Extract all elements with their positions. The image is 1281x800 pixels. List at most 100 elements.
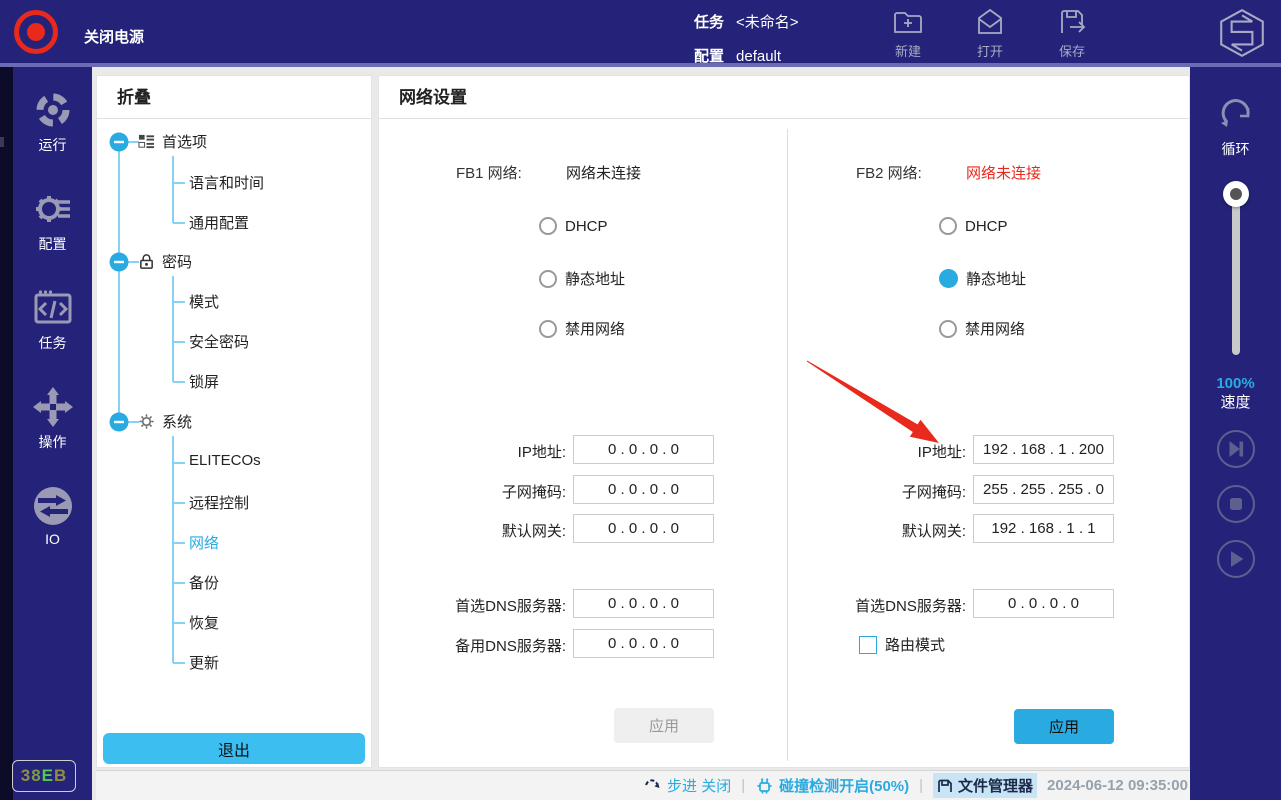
list-icon [138, 133, 155, 150]
nav-config-label: 配置 [39, 234, 67, 254]
fb2-name-label: FB2 网络: [856, 162, 922, 183]
power-icon[interactable] [14, 10, 58, 54]
fb1-apply-button[interactable]: 应用 [614, 708, 714, 743]
fb2-dns1-label: 首选DNS服务器: [799, 595, 966, 616]
fb2-apply-button[interactable]: 应用 [1014, 709, 1114, 744]
loop-label: 循环 [1222, 139, 1250, 159]
fb2-mask-label: 子网掩码: [799, 481, 966, 502]
fb2-radio-disable[interactable]: 禁用网络 [939, 318, 1025, 339]
fb2-status: 网络未连接 [966, 162, 1041, 183]
fb1-radio-dhcp[interactable]: DHCP [539, 217, 608, 235]
fb2-dns1-input[interactable]: 0 . 0 . 0 . 0 [973, 589, 1114, 618]
radio-icon [939, 320, 957, 338]
topbar-actions: 新建 打开 保存 [880, 6, 1100, 60]
play-button[interactable] [1217, 540, 1255, 578]
fb1-radio-static[interactable]: 静态地址 [539, 268, 625, 289]
settings-tree-panel: 折叠 首选项 语言和时间 通用配置 密码 模式 安全密码 锁屏 [96, 75, 372, 768]
tree-item-mode[interactable]: 模式 [189, 291, 219, 312]
fb1-dns2-input[interactable]: 0 . 0 . 0 . 0 [573, 629, 714, 658]
open-button[interactable]: 打开 [962, 6, 1018, 60]
speed-readout: 100% 速度 [1216, 375, 1254, 413]
move-arrows-icon [32, 386, 74, 428]
separator: | [919, 777, 923, 794]
step-mode-toggle[interactable]: 步进 关闭 [644, 775, 731, 796]
tree-item-language-time[interactable]: 语言和时间 [189, 172, 264, 193]
rail-edge-strip [0, 67, 13, 800]
nav-io-label: IO [45, 531, 60, 547]
tree-item-general-config[interactable]: 通用配置 [189, 212, 249, 233]
io-arrows-icon [32, 485, 74, 527]
collision-detection-toggle[interactable]: 碰撞检测开启(50%) [755, 775, 909, 796]
save-icon [1056, 6, 1088, 38]
nav-config[interactable]: 配置 [32, 188, 74, 254]
fb2-gateway-input[interactable]: 192 . 168 . 1 . 1 [973, 514, 1114, 543]
tree-item-elitecos[interactable]: ELITECOs [189, 452, 261, 469]
tree-item-remote-control[interactable]: 远程控制 [189, 492, 249, 513]
fb1-ip-input[interactable]: 0 . 0 . 0 . 0 [573, 435, 714, 464]
fb2-route-mode-checkbox[interactable]: 路由模式 [859, 634, 945, 655]
tree-collapse-header[interactable]: 折叠 [97, 76, 371, 119]
left-nav-rail: 运行 配置 任务 操作 IO 38EB [0, 67, 92, 800]
slider-track[interactable] [1232, 187, 1240, 355]
radio-icon [539, 270, 557, 288]
fb2-radio-static[interactable]: 静态地址 [939, 268, 1026, 289]
right-control-rail: 循环 100% 速度 [1190, 67, 1281, 800]
config-value: default [736, 48, 781, 65]
save-button[interactable]: 保存 [1044, 6, 1100, 60]
fb2-radio-dhcp[interactable]: DHCP [939, 217, 1008, 235]
power-off-button[interactable]: 关闭电源 [84, 26, 144, 47]
tree-item-update[interactable]: 更新 [189, 652, 219, 673]
stop-icon [1225, 493, 1247, 515]
file-manager-icon [937, 778, 953, 794]
system-gear-icon [138, 413, 155, 430]
tree-item-lock-screen[interactable]: 锁屏 [189, 371, 219, 392]
open-file-icon [974, 6, 1006, 38]
fb1-mask-input[interactable]: 0 . 0 . 0 . 0 [573, 475, 714, 504]
fb2-gateway-label: 默认网关: [799, 520, 966, 541]
nav-task[interactable]: 任务 [32, 287, 74, 353]
tree-item-restore[interactable]: 恢复 [189, 612, 219, 633]
nav-run[interactable]: 运行 [32, 89, 74, 155]
tree-item-preferences[interactable]: 首选项 [138, 131, 207, 152]
slider-knob[interactable] [1223, 181, 1249, 207]
nav-run-label: 运行 [39, 135, 67, 155]
status-bar: 步进 关闭 | 碰撞检测开启(50%) | 文件管理器 2024-06-12 0… [96, 770, 1190, 800]
radio-checked-icon [939, 269, 958, 288]
nav-task-label: 任务 [39, 333, 67, 353]
file-manager-button[interactable]: 文件管理器 [933, 773, 1037, 798]
new-file-icon [892, 6, 924, 38]
tree-item-backup[interactable]: 备份 [189, 572, 219, 593]
tree-item-network[interactable]: 网络 [189, 532, 219, 553]
fb2-ip-input[interactable]: 192 . 168 . 1 . 200 [973, 435, 1114, 464]
loop-mode-button[interactable]: 循环 [1214, 91, 1258, 159]
exit-button[interactable]: 退出 [103, 733, 365, 764]
stop-button[interactable] [1217, 485, 1255, 523]
tree-item-password[interactable]: 密码 [138, 251, 192, 272]
fb1-gateway-input[interactable]: 0 . 0 . 0 . 0 [573, 514, 714, 543]
fb1-dns2-label: 备用DNS服务器: [399, 635, 566, 656]
fb1-dns1-input[interactable]: 0 . 0 . 0 . 0 [573, 589, 714, 618]
new-button[interactable]: 新建 [880, 6, 936, 60]
fb1-gateway-label: 默认网关: [399, 520, 566, 541]
task-value: <未命名> [736, 14, 799, 31]
fb1-status: 网络未连接 [566, 162, 641, 183]
tree-item-safety-password[interactable]: 安全密码 [189, 331, 249, 352]
checkbox-icon [859, 636, 877, 654]
nav-io[interactable]: IO [32, 485, 74, 547]
gear-icon [32, 188, 74, 230]
radio-icon [539, 320, 557, 338]
step-icon [644, 778, 662, 794]
fb2-mask-input[interactable]: 255 . 255 . 255 . 0 [973, 475, 1114, 504]
datetime: 2024-06-12 09:35:00 [1047, 777, 1188, 794]
nav-operate[interactable]: 操作 [32, 386, 74, 452]
nav-operate-label: 操作 [39, 432, 67, 452]
open-button-label: 打开 [977, 41, 1003, 60]
top-bar: 关闭电源 任务<未命名> 配置default 新建 打开 保存 [0, 0, 1281, 67]
tree-item-system[interactable]: 系统 [138, 411, 192, 432]
config-label: 配置 [694, 48, 724, 65]
step-next-button[interactable] [1217, 430, 1255, 468]
radio-icon [939, 217, 957, 235]
fb1-radio-disable[interactable]: 禁用网络 [539, 318, 625, 339]
speed-slider[interactable] [1223, 181, 1249, 361]
save-button-label: 保存 [1059, 41, 1085, 60]
